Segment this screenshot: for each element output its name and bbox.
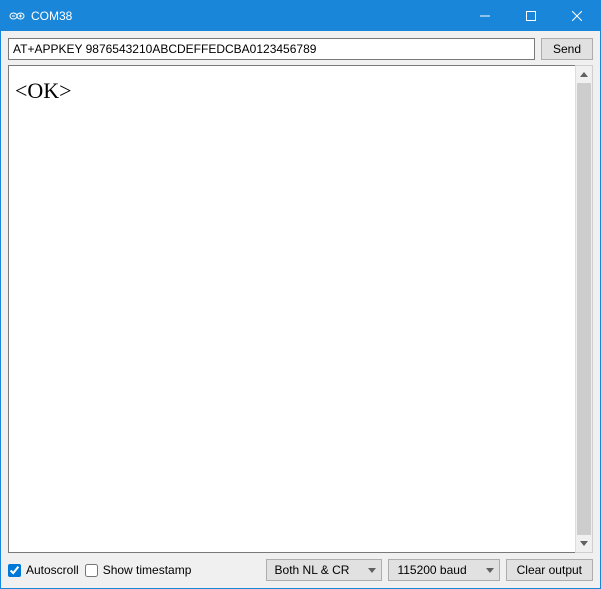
close-button[interactable] — [554, 1, 600, 31]
console-blank-line — [15, 70, 569, 78]
maximize-button[interactable] — [508, 1, 554, 31]
timestamp-label: Show timestamp — [103, 563, 192, 577]
send-button[interactable]: Send — [541, 38, 593, 60]
command-row: Send — [1, 31, 600, 65]
clear-output-button[interactable]: Clear output — [506, 559, 593, 581]
console-output[interactable]: <OK> — [8, 65, 575, 553]
baud-select[interactable]: 115200 baud — [388, 559, 499, 581]
scroll-down-button[interactable] — [576, 535, 592, 552]
baud-value: 115200 baud — [397, 563, 466, 577]
scroll-up-button[interactable] — [576, 66, 592, 83]
arduino-icon — [9, 8, 25, 24]
line-ending-select[interactable]: Both NL & CR — [266, 559, 383, 581]
autoscroll-checkbox[interactable]: Autoscroll — [8, 563, 79, 577]
minimize-button[interactable] — [462, 1, 508, 31]
console-area: <OK> — [1, 65, 600, 553]
window-title: COM38 — [31, 9, 72, 23]
chevron-down-icon — [367, 568, 377, 573]
serial-monitor-window: COM38 Send <OK> — [0, 0, 601, 589]
footer-row: Autoscroll Show timestamp Both NL & CR 1… — [1, 553, 600, 588]
scroll-track[interactable] — [576, 83, 592, 535]
line-ending-value: Both NL & CR — [275, 563, 350, 577]
chevron-down-icon — [485, 568, 495, 573]
console-line: <OK> — [15, 78, 569, 103]
autoscroll-input[interactable] — [8, 564, 21, 577]
timestamp-checkbox[interactable]: Show timestamp — [85, 563, 192, 577]
scroll-thumb[interactable] — [577, 83, 591, 535]
timestamp-input[interactable] — [85, 564, 98, 577]
command-input[interactable] — [8, 38, 535, 60]
vertical-scrollbar[interactable] — [575, 65, 593, 553]
autoscroll-label: Autoscroll — [26, 563, 79, 577]
titlebar[interactable]: COM38 — [1, 1, 600, 31]
